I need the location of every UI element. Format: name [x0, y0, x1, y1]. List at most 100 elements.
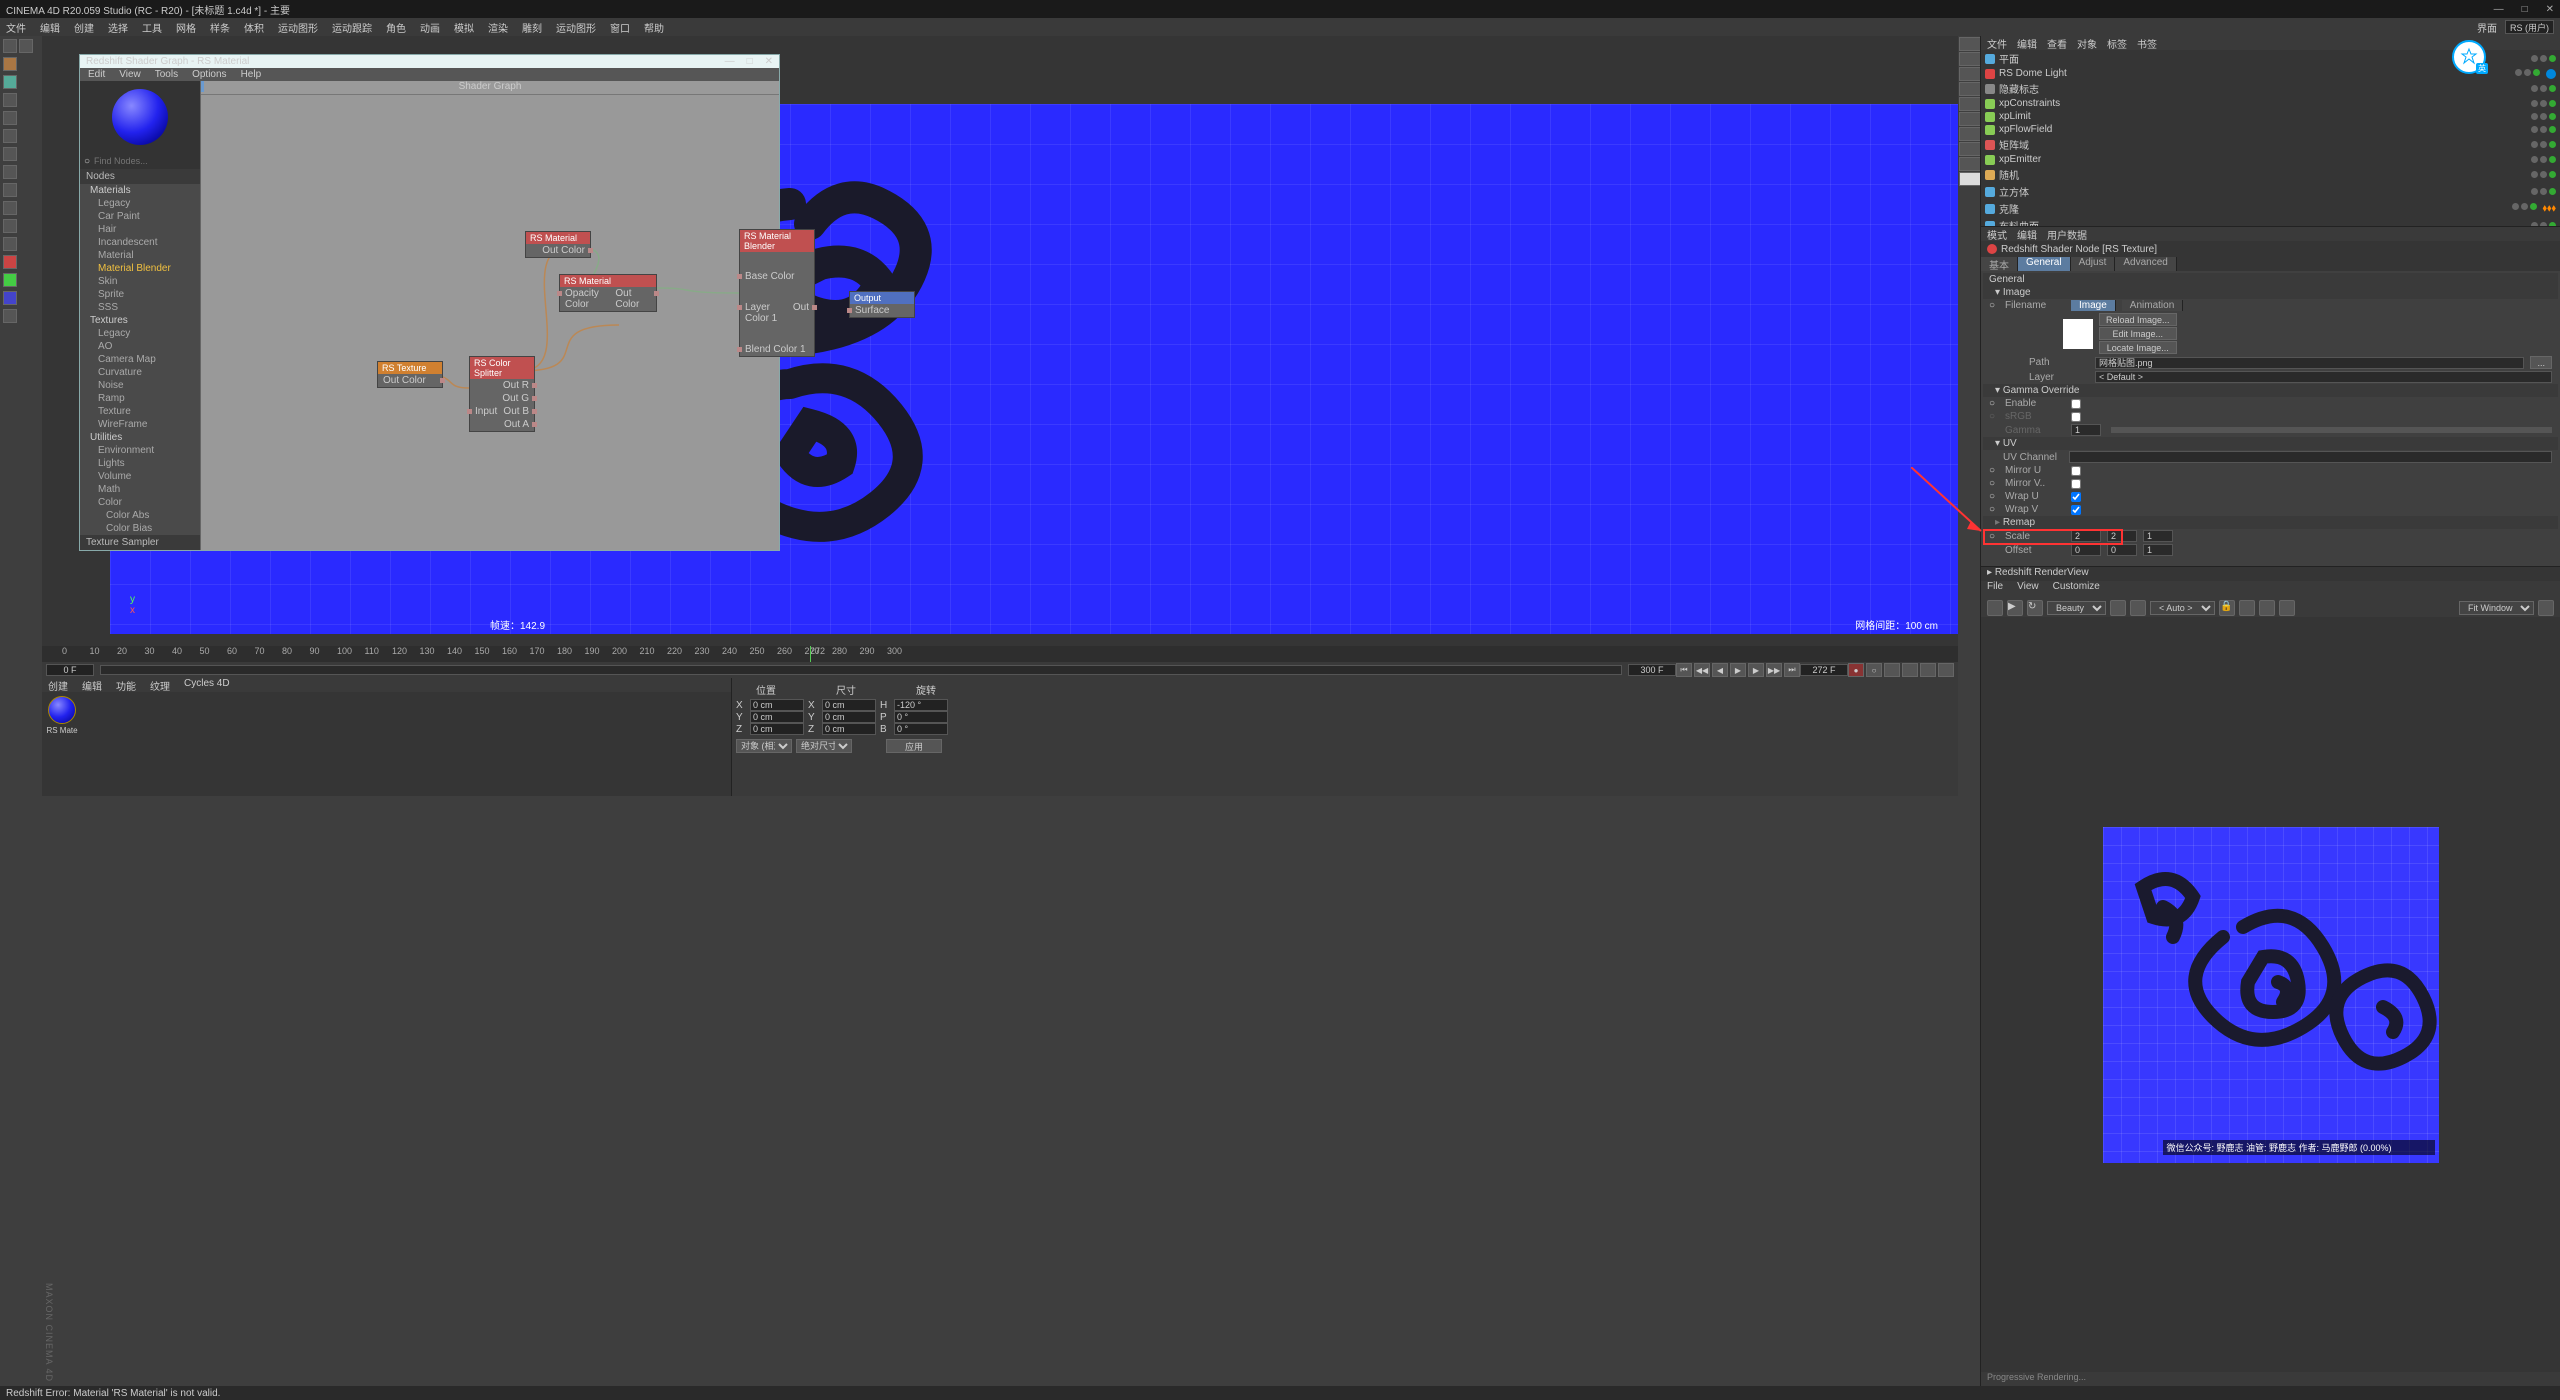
tool-icon[interactable] [1959, 37, 1981, 51]
layer-input[interactable] [2095, 371, 2552, 383]
tree-item[interactable]: Texture [80, 405, 200, 418]
menu-item[interactable]: 编辑 [2017, 227, 2037, 241]
menu-item[interactable]: Edit [88, 69, 105, 80]
tree-item[interactable]: Math [80, 483, 200, 496]
tree-item[interactable]: Camera Map [80, 353, 200, 366]
search-input[interactable] [94, 156, 184, 166]
node-color-splitter[interactable]: RS Color Splitter Out R Out G InputOut B… [469, 356, 535, 432]
redo-icon[interactable] [19, 39, 33, 53]
tree-item[interactable]: Ramp [80, 392, 200, 405]
mirror-v-checkbox[interactable] [2071, 479, 2081, 489]
node-rs-material-2[interactable]: RS Material Opacity ColorOut Color [559, 274, 657, 312]
object-row[interactable]: 矩阵域 [1981, 136, 2560, 153]
size-input[interactable] [822, 711, 876, 723]
maximize-button[interactable]: □ [2522, 4, 2528, 15]
menu-item[interactable]: Options [192, 69, 226, 80]
cube-tool-icon[interactable] [3, 75, 17, 89]
key-scale-button[interactable] [1902, 663, 1918, 677]
tree-item[interactable]: Legacy [80, 197, 200, 210]
tree-item[interactable]: Incandescent [80, 236, 200, 249]
menu-item[interactable]: 创建 [74, 20, 94, 35]
shader-canvas[interactable]: Shader Graph RS Texture Out Color [200, 81, 779, 550]
gamma-enable-checkbox[interactable] [2071, 399, 2081, 409]
shader-window-titlebar[interactable]: Redshift Shader Graph - RS Material — □ … [80, 55, 779, 68]
menu-item[interactable]: Help [241, 69, 262, 80]
tool-icon[interactable] [3, 165, 17, 179]
tree-item[interactable]: Hair [80, 223, 200, 236]
goto-end-button[interactable]: ⏭ [1784, 663, 1800, 677]
menu-item[interactable]: 查看 [2047, 36, 2067, 50]
tree-item[interactable]: WireFrame [80, 418, 200, 431]
next-frame-button[interactable]: ▶ [1748, 663, 1764, 677]
menu-item[interactable]: 用户数据 [2047, 227, 2087, 241]
timeline-scrollbar[interactable] [100, 665, 1622, 675]
attribute-tab[interactable]: General [2018, 257, 2071, 271]
menu-item[interactable]: 角色 [386, 20, 406, 35]
menu-item[interactable]: 文件 [1987, 36, 2007, 50]
tree-item[interactable]: Skin [80, 275, 200, 288]
node-rs-texture[interactable]: RS Texture Out Color [377, 361, 443, 388]
layout-select[interactable]: RS (用户) [2505, 20, 2554, 34]
snapshot-button[interactable] [2110, 600, 2126, 616]
menu-item[interactable]: 窗口 [610, 20, 630, 35]
tree-item[interactable]: Utilities [80, 431, 200, 444]
scale-z-input[interactable] [2143, 530, 2173, 542]
coord-mode1-select[interactable]: 对象 (相对) [736, 739, 792, 753]
menu-item[interactable]: 模拟 [454, 20, 474, 35]
apply-button[interactable]: 应用 [886, 739, 942, 753]
locate-image-button[interactable]: Locate Image... [2099, 341, 2177, 354]
menu-item[interactable]: 运动跟踪 [332, 20, 372, 35]
tool-icon[interactable] [1959, 67, 1981, 81]
node-output[interactable]: Output Surface [849, 291, 915, 318]
object-row[interactable]: 立方体 [1981, 183, 2560, 200]
object-row[interactable]: xpEmitter [1981, 153, 2560, 166]
frame-start-input[interactable] [46, 664, 94, 676]
menu-item[interactable]: 书签 [2137, 36, 2157, 50]
gamma-input[interactable] [2071, 424, 2101, 436]
axis-y-icon[interactable] [3, 273, 17, 287]
tree-item[interactable]: Lights [80, 457, 200, 470]
object-row[interactable]: xpConstraints [1981, 97, 2560, 110]
menu-item[interactable]: Customize [2053, 581, 2100, 599]
menu-item[interactable]: 运动图形 [278, 20, 318, 35]
tool-icon[interactable] [3, 147, 17, 161]
menu-item[interactable]: Tools [155, 69, 178, 80]
close-icon[interactable]: ✕ [765, 56, 773, 67]
rotate-tool-icon[interactable] [3, 129, 17, 143]
next-key-button[interactable]: ▶▶ [1766, 663, 1782, 677]
key-pos-button[interactable] [1884, 663, 1900, 677]
offset-z-input[interactable] [2143, 544, 2173, 556]
wrap-u-checkbox[interactable] [2071, 492, 2081, 502]
offset-y-input[interactable] [2107, 544, 2137, 556]
tool-icon[interactable] [3, 201, 17, 215]
magnify-icon[interactable] [1959, 172, 1981, 186]
goto-start-button[interactable]: ⏮ [1676, 663, 1692, 677]
language-badge[interactable] [2452, 40, 2486, 74]
material-item[interactable]: RS Mate [46, 696, 78, 735]
tool-icon[interactable] [1959, 112, 1981, 126]
wrap-v-checkbox[interactable] [2071, 505, 2081, 515]
tree-item[interactable]: AO [80, 340, 200, 353]
menu-item[interactable]: 网格 [176, 20, 196, 35]
menu-item[interactable]: 文件 [6, 20, 26, 35]
timeline-ruler[interactable]: 0102030405060708090100110120130140150160… [42, 646, 1958, 662]
render-output[interactable]: 微信公众号: 野鹿志 油管: 野鹿志 作者: 马鹿野郎 (0.00%) [1981, 617, 2560, 1372]
menu-item[interactable]: View [119, 69, 141, 80]
scale-x-input[interactable] [2071, 530, 2101, 542]
path-browse-button[interactable]: ... [2530, 356, 2552, 369]
menu-item[interactable]: 工具 [142, 20, 162, 35]
tree-item[interactable]: Color [80, 496, 200, 509]
axis-x-icon[interactable] [3, 255, 17, 269]
tool-icon[interactable] [3, 237, 17, 251]
menu-item[interactable]: 对象 [2077, 36, 2097, 50]
rot-input[interactable] [894, 723, 948, 735]
attribute-tab[interactable]: 基本 [1981, 257, 2018, 271]
tree-item[interactable]: Environment [80, 444, 200, 457]
minimize-button[interactable]: — [2494, 4, 2504, 15]
object-row[interactable]: xpLimit [1981, 110, 2560, 123]
close-button[interactable]: ✕ [2546, 4, 2554, 15]
scale-tool-icon[interactable] [3, 111, 17, 125]
size-input[interactable] [822, 723, 876, 735]
attribute-tab[interactable]: Advanced [2115, 257, 2176, 271]
scale-y-input[interactable] [2107, 530, 2137, 542]
